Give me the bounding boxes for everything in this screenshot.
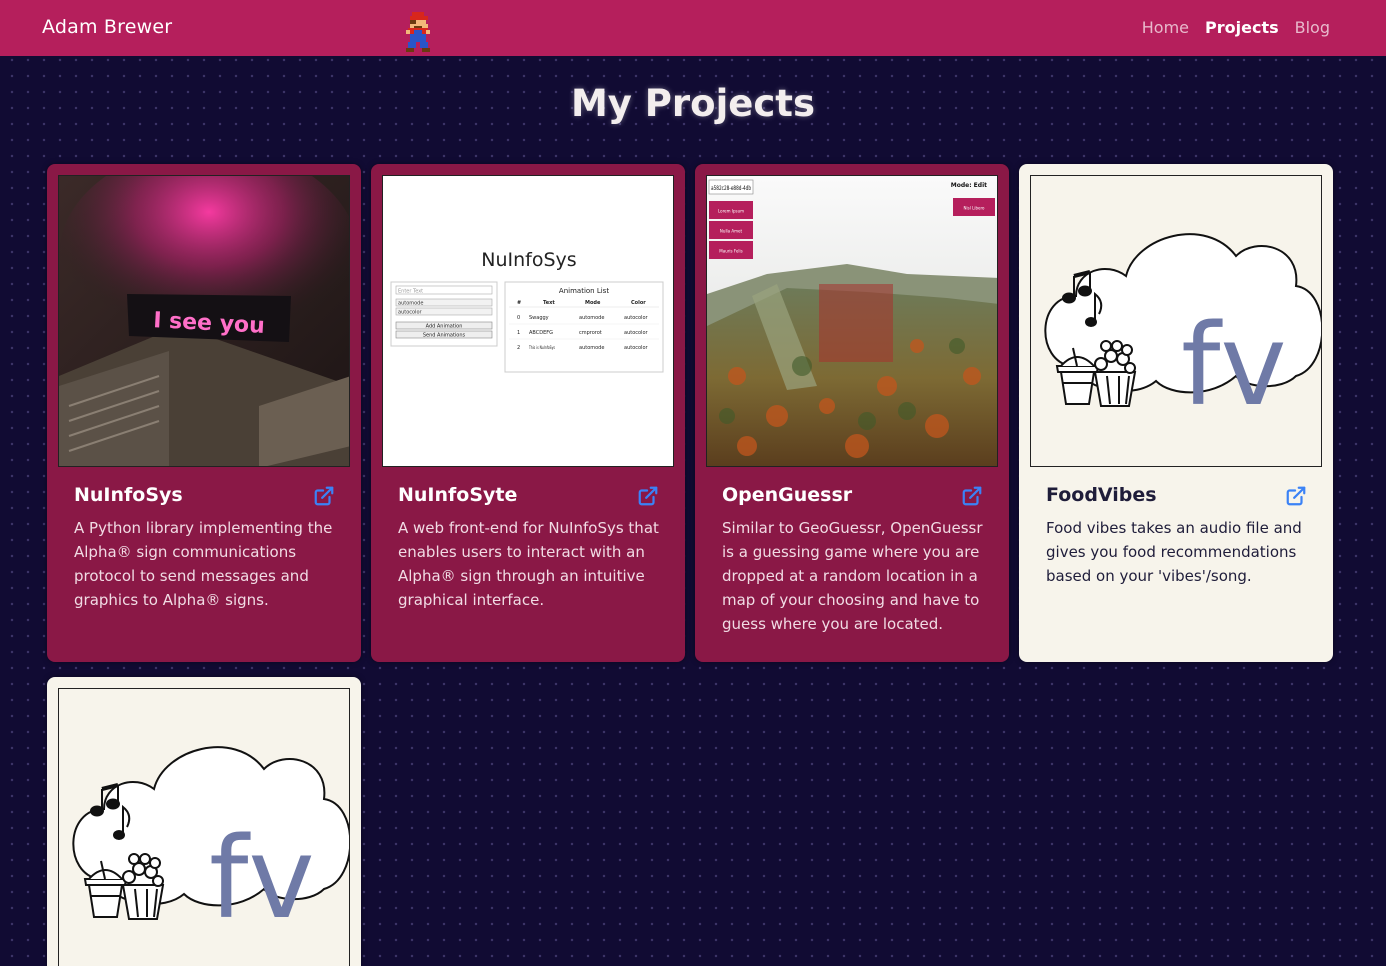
svg-text:autocolor: autocolor xyxy=(398,310,423,316)
project-card-nuinfosys[interactable]: I see you NuInfoSys A Python library imp… xyxy=(47,164,361,662)
foodvibes-logo: fv xyxy=(72,746,349,944)
svg-text:NuInfoSys: NuInfoSys xyxy=(481,249,576,271)
project-thumbnail[interactable]: NuInfoSys Enter Text automode autocolor … xyxy=(382,175,674,467)
svg-text:This is NuInfoSys: This is NuInfoSys xyxy=(528,345,555,351)
project-card-foodvibes[interactable]: fv FoodVibes Food vibes takes an audio f… xyxy=(1019,164,1333,662)
svg-text:Nulla Amet: Nulla Amet xyxy=(720,229,743,234)
project-thumbnail[interactable]: fv xyxy=(1030,175,1322,467)
svg-text:autocolor: autocolor xyxy=(624,330,649,336)
svg-text:Mode: Edit: Mode: Edit xyxy=(951,182,987,189)
svg-text:0: 0 xyxy=(517,315,520,321)
external-link-icon[interactable] xyxy=(1285,485,1307,507)
svg-text:a582c28-e88d-4db: a582c28-e88d-4db xyxy=(711,185,751,192)
svg-text:2: 2 xyxy=(517,345,520,351)
nav-link-blog[interactable]: Blog xyxy=(1295,18,1330,37)
nuinfosyte-screenshot: NuInfoSys Enter Text automode autocolor … xyxy=(383,176,673,466)
svg-text:autocolor: autocolor xyxy=(624,315,649,321)
svg-text:Text: Text xyxy=(543,300,555,306)
nav-link-projects[interactable]: Projects xyxy=(1205,18,1279,37)
page-title: My Projects xyxy=(570,82,816,125)
svg-text:Color: Color xyxy=(631,300,646,306)
project-title: FoodVibes xyxy=(1046,484,1157,506)
svg-text:autocolor: autocolor xyxy=(624,345,649,351)
svg-text:fv: fv xyxy=(209,814,315,944)
svg-text:automode: automode xyxy=(579,315,604,321)
svg-text:cmprorot: cmprorot xyxy=(579,330,602,336)
svg-text:Add Animation: Add Animation xyxy=(426,324,463,330)
led-sign-photo: I see you xyxy=(59,176,349,466)
svg-text:Mauris Felis: Mauris Felis xyxy=(719,249,742,254)
project-description: A web front-end for NuInfoSys that enabl… xyxy=(398,519,659,609)
mario-sprite-icon xyxy=(406,12,430,52)
project-thumbnail[interactable]: fv xyxy=(58,688,350,966)
project-card-nuinfosyte[interactable]: NuInfoSys Enter Text automode autocolor … xyxy=(371,164,685,662)
external-link-icon[interactable] xyxy=(637,485,659,507)
svg-text:#: # xyxy=(517,300,521,306)
svg-text:Enter Text: Enter Text xyxy=(398,289,423,295)
project-description: Similar to GeoGuessr, OpenGuessr is a gu… xyxy=(722,519,983,633)
project-title: NuInfoSyte xyxy=(398,484,518,506)
svg-text:Nisl Libero: Nisl Libero xyxy=(964,206,985,211)
svg-text:Lorem Ipsum: Lorem Ipsum xyxy=(718,209,744,214)
project-thumbnail[interactable]: I see you xyxy=(58,175,350,467)
svg-text:1: 1 xyxy=(517,330,520,336)
nav-links: Home Projects Blog xyxy=(1142,18,1330,37)
svg-text:automode: automode xyxy=(579,345,604,351)
svg-text:Animation List: Animation List xyxy=(559,287,609,295)
svg-text:Send Animations: Send Animations xyxy=(423,333,466,339)
project-title: OpenGuessr xyxy=(722,484,853,506)
nav-link-home[interactable]: Home xyxy=(1142,18,1189,37)
project-description: Food vibes takes an audio file and gives… xyxy=(1046,519,1302,585)
svg-text:Swaggy: Swaggy xyxy=(529,315,549,321)
svg-text:automode: automode xyxy=(398,301,423,307)
navbar: Adam Brewer Home Projects Blog xyxy=(0,0,1386,56)
external-link-icon[interactable] xyxy=(961,485,983,507)
svg-text:ABCDEFG: ABCDEFG xyxy=(529,330,553,336)
openguessr-screenshot: a582c28-e88d-4db Lorem Ipsum Nulla Amet … xyxy=(707,176,997,466)
svg-text:fv: fv xyxy=(1181,301,1287,431)
svg-text:Mode: Mode xyxy=(585,300,601,306)
project-thumbnail[interactable]: a582c28-e88d-4db Lorem Ipsum Nulla Amet … xyxy=(706,175,998,467)
project-description: A Python library implementing the Alpha®… xyxy=(74,519,333,609)
project-title: NuInfoSys xyxy=(74,484,183,506)
external-link-icon[interactable] xyxy=(313,485,335,507)
project-card-foodvibes-duplicate[interactable]: fv xyxy=(47,677,361,966)
project-card-openguessr[interactable]: a582c28-e88d-4db Lorem Ipsum Nulla Amet … xyxy=(695,164,1009,662)
foodvibes-logo: fv xyxy=(1044,233,1321,431)
brand-link[interactable]: Adam Brewer xyxy=(42,16,172,38)
